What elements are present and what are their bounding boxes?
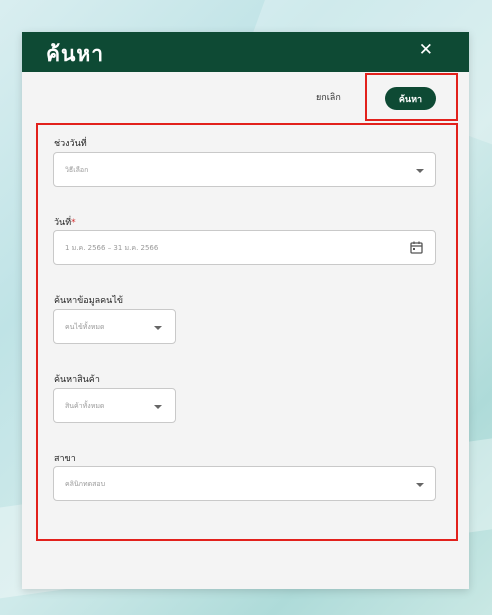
highlight-box [365,73,458,121]
dialog-title: ค้นหา [46,42,105,66]
dialog-header: ค้นหา ✕ [22,32,469,72]
highlight-box [36,123,458,541]
close-icon[interactable]: ✕ [419,40,433,60]
cancel-button[interactable]: ยกเลิก [316,90,341,104]
